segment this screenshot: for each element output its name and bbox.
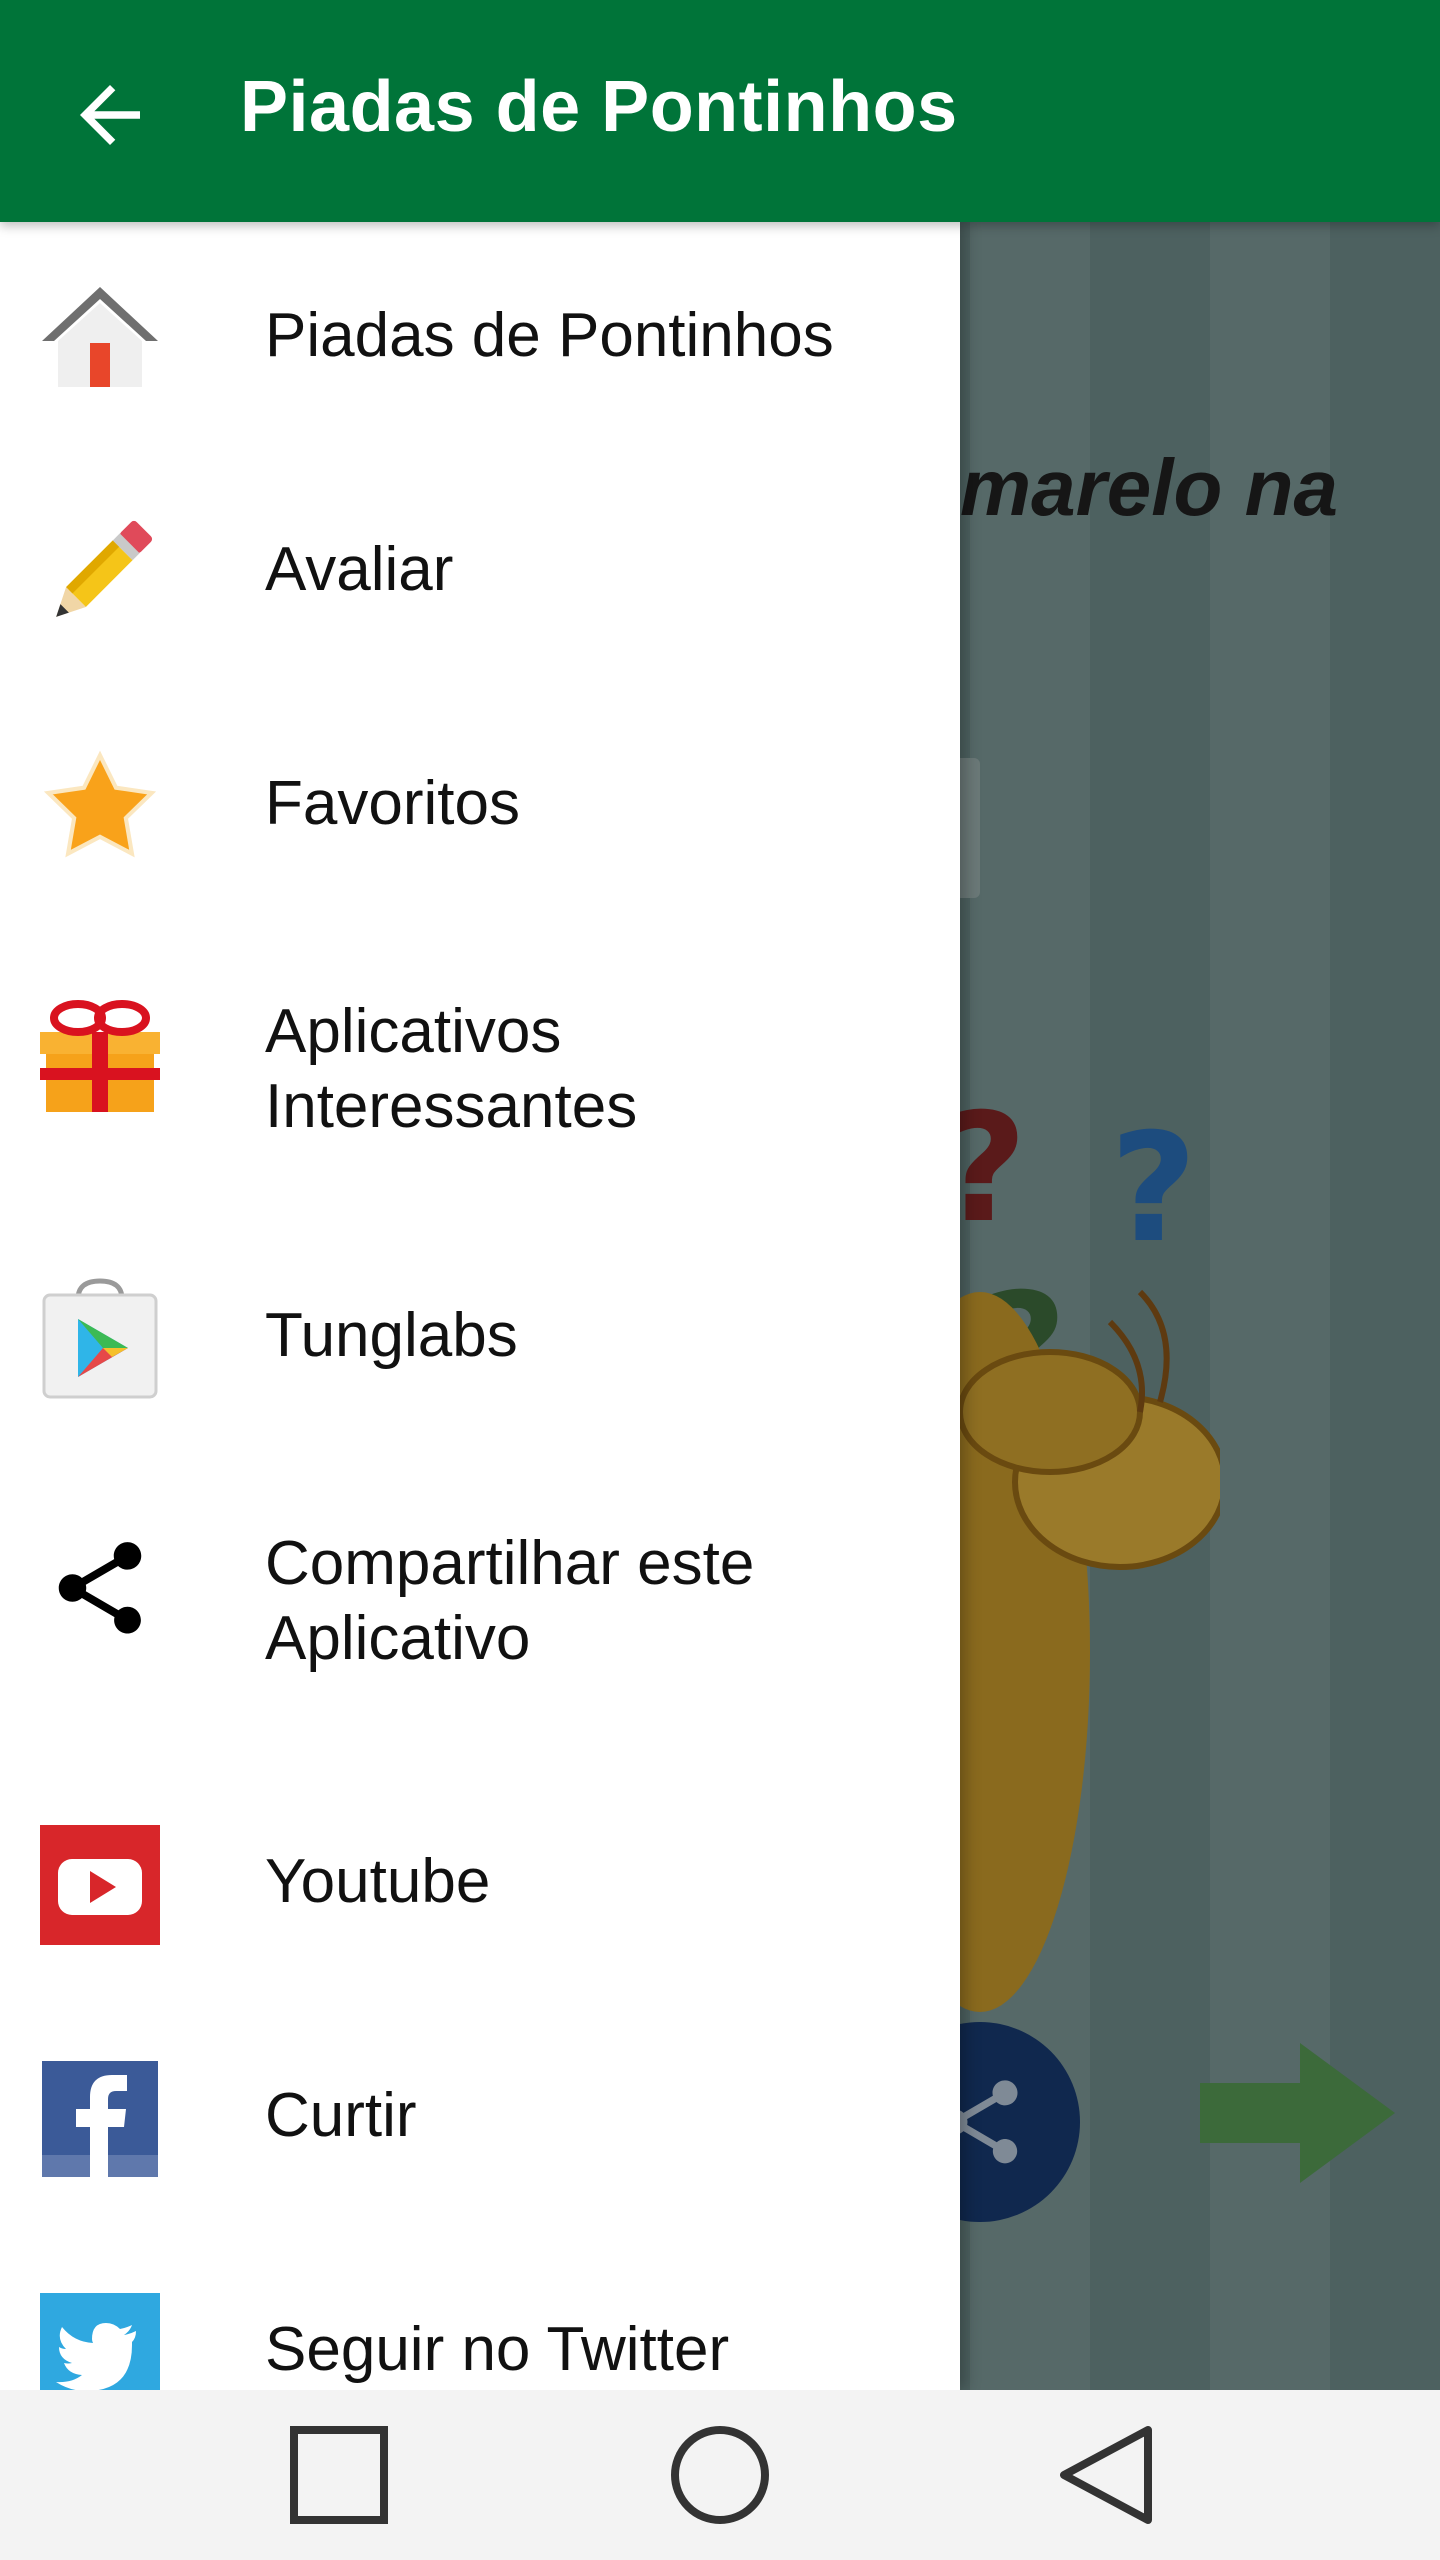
drawer-item-favoritos[interactable]: Favoritos bbox=[0, 690, 960, 924]
drawer-item-label-line: Interessantes bbox=[265, 1072, 638, 1141]
drawer-item-twitter[interactable]: Seguir no Twitter bbox=[0, 2236, 960, 2390]
star-icon bbox=[38, 745, 162, 869]
question-mark-icon: ? bbox=[1110, 1102, 1198, 1276]
arrow-left-icon bbox=[80, 85, 140, 145]
background-content: marelo na ? ? ? bbox=[960, 222, 1440, 2390]
facebook-icon bbox=[38, 2057, 162, 2181]
share-icon bbox=[38, 1526, 162, 1650]
drawer-item-aplicativos[interactable]: Aplicativos Interessantes bbox=[0, 924, 960, 1194]
drawer-item-youtube[interactable]: Youtube bbox=[0, 1768, 960, 2002]
twitter-icon bbox=[38, 2291, 162, 2390]
app-title: Piadas de Pontinhos bbox=[240, 67, 958, 147]
youtube-icon bbox=[38, 1823, 162, 1947]
navigation-drawer: Piadas de Pontinhos Avaliar Favoritos Ap… bbox=[0, 222, 960, 2390]
drawer-item-label: Seguir no Twitter bbox=[265, 2315, 730, 2384]
drawer-item-label: Piadas de Pontinhos bbox=[265, 301, 834, 370]
play-store-icon bbox=[38, 1277, 162, 1401]
thinking-emoji-icon bbox=[960, 1289, 1220, 2012]
drawer-item-label-line: Aplicativos bbox=[265, 997, 562, 1066]
home-icon bbox=[38, 277, 162, 401]
drawer-item-label-line: Compartilhar este bbox=[265, 1529, 755, 1598]
question-mark-icon: ? bbox=[960, 1082, 1027, 1256]
gift-icon bbox=[38, 994, 162, 1118]
drawer-item-label: Avaliar bbox=[265, 535, 454, 604]
drawer-item-curtir[interactable]: Curtir bbox=[0, 2002, 960, 2236]
drawer-item-home[interactable]: Piadas de Pontinhos bbox=[0, 222, 960, 456]
arrow-right-icon bbox=[1200, 2043, 1395, 2183]
recents-icon bbox=[290, 2426, 388, 2524]
app-bar: Piadas de Pontinhos bbox=[0, 0, 1440, 222]
drawer-item-label: Tunglabs bbox=[265, 1301, 518, 1370]
drawer-item-avaliar[interactable]: Avaliar bbox=[0, 456, 960, 690]
home-circle-icon bbox=[671, 2426, 769, 2524]
system-nav-bar bbox=[0, 2390, 1440, 2560]
drawer-item-label: Favoritos bbox=[265, 769, 520, 838]
drawer-item-label-line: Aplicativo bbox=[265, 1604, 531, 1673]
drawer-item-tunglabs[interactable]: Tunglabs bbox=[0, 1222, 960, 1456]
background-panel bbox=[960, 758, 980, 898]
drawer-item-label: Youtube bbox=[265, 1847, 491, 1916]
recents-button[interactable] bbox=[274, 2420, 404, 2530]
drawer-item-label: Curtir bbox=[265, 2081, 417, 2150]
back-system-button[interactable] bbox=[1040, 2420, 1170, 2530]
back-triangle-icon bbox=[1060, 2426, 1152, 2524]
home-button[interactable] bbox=[655, 2420, 785, 2530]
pencil-icon bbox=[38, 511, 162, 635]
drawer-item-compartilhar[interactable]: Compartilhar este Aplicativo bbox=[0, 1456, 960, 1726]
background-joke-text: marelo na bbox=[960, 443, 1338, 532]
share-icon bbox=[960, 2080, 1018, 2164]
back-button[interactable] bbox=[50, 60, 170, 170]
